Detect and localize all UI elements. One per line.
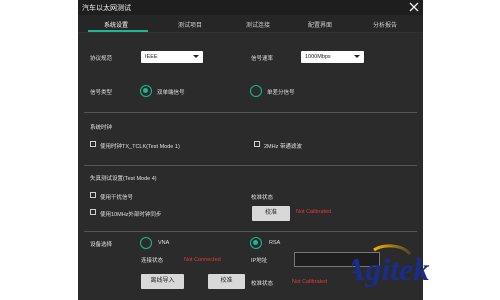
chevron-down-icon bbox=[193, 55, 199, 58]
distortion-calib-status-label: 校准状态 bbox=[251, 195, 274, 201]
device-calib-status-label: 校准状态 bbox=[251, 281, 274, 287]
active-tab-indicator bbox=[88, 30, 148, 32]
close-icon[interactable] bbox=[409, 2, 419, 12]
rate-label: 信号速率 bbox=[251, 56, 274, 62]
bandpass-2mhz-label: 2MHz 带通滤波 bbox=[264, 144, 302, 150]
divider bbox=[84, 112, 417, 113]
connection-status-label: 连接状态 bbox=[141, 258, 164, 264]
tab-system-settings[interactable]: 系统设置 bbox=[86, 20, 146, 29]
rate-select[interactable]: 1000Mbps bbox=[301, 51, 364, 63]
ip-address-label: IP地址 bbox=[251, 258, 268, 264]
protocol-value: IEEE bbox=[145, 54, 158, 60]
radio-dual-single-ended[interactable] bbox=[140, 85, 152, 97]
tab-config[interactable]: 配置界面 bbox=[290, 20, 350, 29]
signal-type-label: 信号类型 bbox=[90, 90, 113, 96]
dual-single-ended-label: 双单端信号 bbox=[157, 90, 185, 96]
tab-test-items[interactable]: 测试项目 bbox=[160, 20, 220, 29]
radio-single-differential[interactable] bbox=[250, 85, 262, 97]
device-calib-status-value: Not Calibrated bbox=[292, 279, 328, 285]
interference-label: 使用干扰信号 bbox=[100, 195, 134, 201]
radio-vna[interactable] bbox=[140, 237, 152, 249]
rate-value: 1000Mbps bbox=[305, 54, 331, 60]
offline-import-button[interactable]: 离线导入 bbox=[141, 274, 184, 289]
title-bar: 汽车以太网测试 bbox=[78, 0, 423, 15]
ext-clock-10mhz-checkbox[interactable] bbox=[90, 209, 96, 215]
rsa-label: RSA bbox=[269, 240, 281, 246]
radio-rsa[interactable] bbox=[250, 237, 262, 249]
system-clock-title: 系统时钟 bbox=[90, 125, 113, 131]
distortion-title: 失真测试设置(Test Mode 4) bbox=[90, 176, 157, 182]
distortion-calibrate-button[interactable]: 校准 bbox=[252, 206, 290, 221]
tab-test-connection[interactable]: 测试连接 bbox=[228, 20, 288, 29]
tab-bar: 系统设置 测试项目 测试连接 配置界面 分析报告 bbox=[78, 15, 423, 33]
device-calibrate-button[interactable]: 校准 bbox=[208, 274, 245, 289]
vna-label: VNA bbox=[158, 240, 170, 246]
tx-tclk-checkbox[interactable] bbox=[90, 141, 96, 147]
window-title: 汽车以太网测试 bbox=[82, 5, 131, 12]
device-select-title: 设备选择 bbox=[90, 242, 113, 248]
agitek-logo: Agitek bbox=[352, 244, 429, 287]
distortion-calib-status-value: Not Calibrated bbox=[296, 209, 332, 215]
tab-analysis-report[interactable]: 分析报告 bbox=[355, 20, 415, 29]
protocol-select[interactable]: IEEE bbox=[141, 51, 203, 63]
brand-text: Agitek bbox=[352, 251, 429, 287]
interference-checkbox[interactable] bbox=[90, 192, 96, 198]
connection-status-value: Not Connected bbox=[184, 257, 221, 263]
ext-clock-10mhz-label: 使用10MHz外部时钟同步 bbox=[100, 212, 162, 218]
divider bbox=[84, 231, 417, 232]
chevron-down-icon bbox=[354, 55, 360, 58]
bandpass-2mhz-checkbox[interactable] bbox=[254, 141, 260, 147]
divider bbox=[84, 165, 417, 166]
tx-tclk-label: 使用时钟TX_TCLK(Test Mode 1) bbox=[100, 144, 180, 150]
protocol-label: 协议规范 bbox=[90, 56, 113, 62]
single-differential-label: 单差分信号 bbox=[267, 90, 295, 96]
